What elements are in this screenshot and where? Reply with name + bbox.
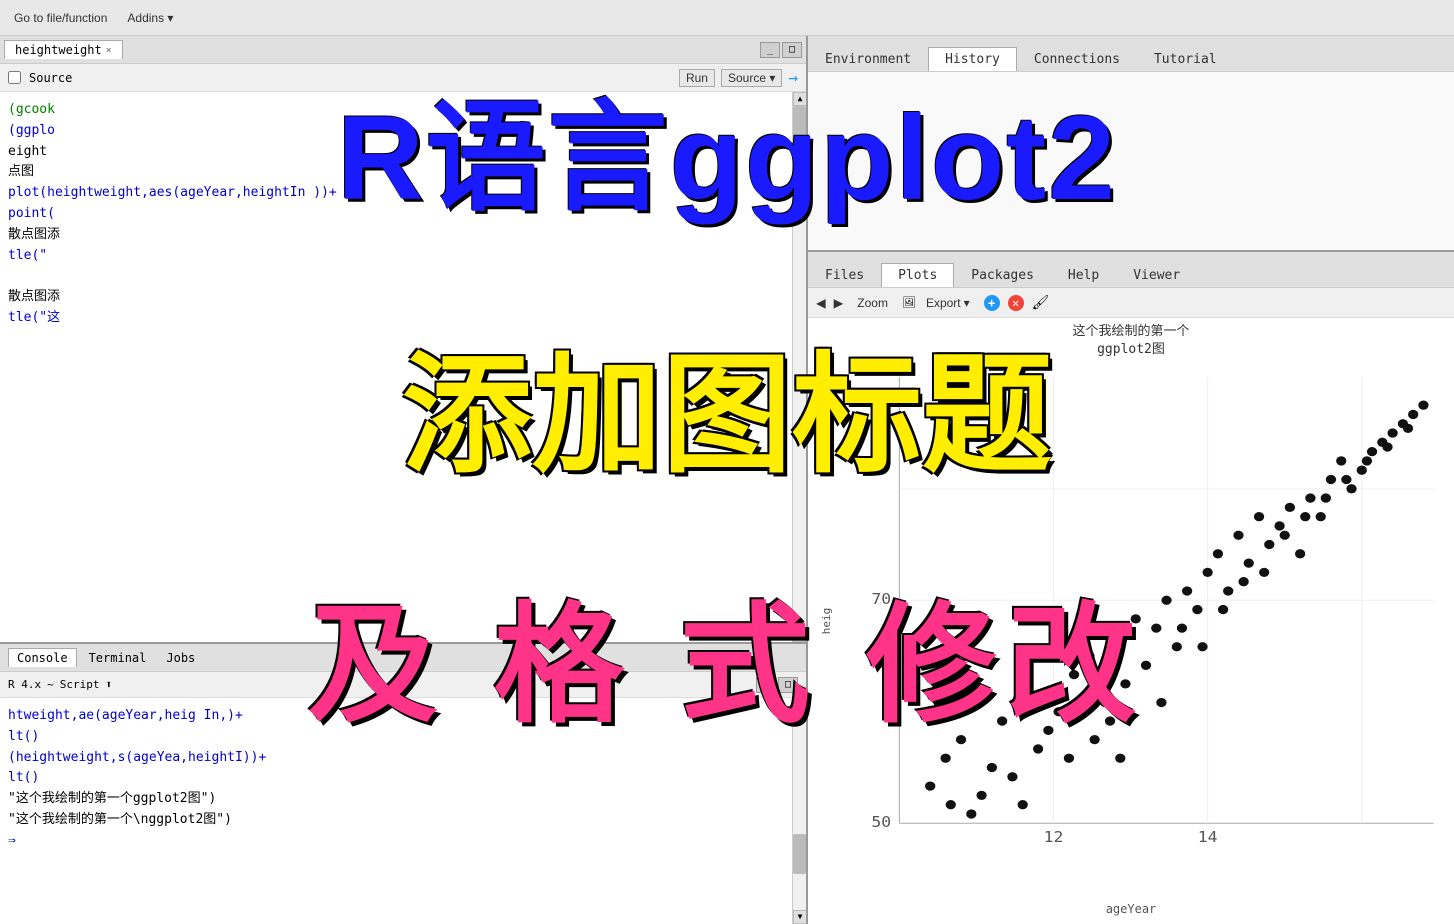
jobs-tab[interactable]: Jobs xyxy=(158,649,203,667)
minimize-btn[interactable]: _ xyxy=(760,42,780,58)
tab-viewer[interactable]: Viewer xyxy=(1116,263,1197,287)
console-code-line: lt() xyxy=(8,768,798,789)
maximize-btn[interactable]: □ xyxy=(782,42,802,58)
tab-packages[interactable]: Packages xyxy=(954,263,1051,287)
go-to-label: Go to file/function xyxy=(14,11,107,25)
svg-text:50: 50 xyxy=(871,813,891,831)
console-scroll-down[interactable]: ▼ xyxy=(793,910,806,924)
svg-text:14: 14 xyxy=(1198,828,1218,846)
scatter-plot-svg: 50 70 12 14 xyxy=(848,368,1444,879)
scroll-down-btn[interactable]: ▼ xyxy=(793,628,806,642)
editor-toolbar: Source Run Source ▾ → xyxy=(0,64,806,92)
code-line: plot(heightweight,aes(ageYear,heightIn )… xyxy=(8,183,798,204)
console-content[interactable]: htweight,ae(ageYear,heig In,)+ lt() (hei… xyxy=(0,698,806,924)
console-panel: Console Terminal Jobs R 4.x ~ Script ⬆ _… xyxy=(0,644,806,924)
code-line: (gcook xyxy=(8,100,798,121)
source-btn[interactable]: Source ▾ xyxy=(721,69,782,87)
script-label: Script xyxy=(60,678,100,691)
source-label: Source xyxy=(29,71,72,85)
zoom-btn[interactable]: Zoom xyxy=(851,294,894,312)
code-line: eight xyxy=(8,142,798,163)
go-to-file-btn[interactable]: Go to file/function xyxy=(8,9,113,27)
code-line: 点图 xyxy=(8,162,798,183)
x-axis-label: ageYear xyxy=(1106,902,1157,916)
code-line xyxy=(8,266,798,287)
tab-label: heightweight xyxy=(15,43,102,57)
console-scroll-thumb[interactable] xyxy=(793,834,806,874)
console-code-line: "这个我绘制的第一个ggplot2图") xyxy=(8,789,798,810)
source-checkbox[interactable] xyxy=(8,71,21,84)
svg-text:70: 70 xyxy=(871,590,891,608)
console-code-line: (heightweight,s(ageYea,heightI))+ xyxy=(8,748,798,769)
plot-prev-icon[interactable]: ◀ xyxy=(816,293,826,312)
code-line: tle(" xyxy=(8,246,798,267)
console-prompt: ⇒ xyxy=(8,831,798,852)
brush-icon[interactable]: 🖌 xyxy=(1032,295,1050,311)
code-line: 散点图添 xyxy=(8,225,798,246)
source-tab[interactable]: heightweight × xyxy=(4,40,123,59)
history-content xyxy=(808,72,1454,252)
export-btn[interactable]: Export ▾ xyxy=(920,294,976,312)
script-dropdown[interactable]: ⬆ xyxy=(106,678,113,691)
tab-tutorial[interactable]: Tutorial xyxy=(1137,47,1234,71)
plot-area: 这个我绘制的第一个 ggplot2图 heig 50 70 xyxy=(808,318,1454,924)
export-label: 🖼 xyxy=(902,296,916,309)
code-line: tle("这 xyxy=(8,308,798,329)
tab-connections[interactable]: Connections xyxy=(1017,47,1137,71)
right-panel: Environment History Connections Tutorial… xyxy=(808,36,1454,924)
code-line: point( xyxy=(8,204,798,225)
editor-scrollbar[interactable]: ▲ ▼ xyxy=(792,92,806,642)
add-plot-icon[interactable]: + xyxy=(984,295,1000,311)
editor-content[interactable]: (gcook (ggplo eight 点图 plot(heightweight… xyxy=(0,92,806,642)
code-line: 散点图添 xyxy=(8,287,798,308)
console-toolbar: R 4.x ~ Script ⬆ _ □ xyxy=(0,672,806,698)
working-dir-label: ~ xyxy=(47,678,54,691)
top-toolbar: Go to file/function Addins ▾ xyxy=(0,0,1454,36)
arrow-right-icon[interactable]: → xyxy=(788,68,798,87)
run-btn[interactable]: Run xyxy=(679,69,715,87)
tab-files[interactable]: Files xyxy=(808,263,881,287)
console-tab-bar: Console Terminal Jobs xyxy=(0,644,806,672)
scroll-thumb[interactable] xyxy=(793,106,806,146)
plot-next-icon[interactable]: ▶ xyxy=(834,293,844,312)
delete-plot-icon[interactable]: ✕ xyxy=(1008,295,1024,311)
console-scroll-up[interactable]: ▲ xyxy=(793,698,806,712)
console-maximize-btn[interactable]: □ xyxy=(778,677,798,693)
svg-text:12: 12 xyxy=(1044,828,1064,846)
tab-plots[interactable]: Plots xyxy=(881,263,954,287)
left-panel: heightweight × _ □ Source Run Source ▾ → xyxy=(0,36,808,924)
right-top-tabs: Environment History Connections Tutorial xyxy=(808,36,1454,72)
source-editor: heightweight × _ □ Source Run Source ▾ → xyxy=(0,36,806,644)
tab-history[interactable]: History xyxy=(928,47,1017,71)
y-axis-label: heig xyxy=(820,608,833,635)
console-code-line: "这个我绘制的第一个\nggplot2图") xyxy=(8,810,798,831)
close-tab-icon[interactable]: × xyxy=(106,45,112,56)
editor-tab-bar: heightweight × _ □ xyxy=(0,36,806,64)
plot-toolbar: ◀ ▶ Zoom 🖼 Export ▾ + ✕ 🖌 xyxy=(808,288,1454,318)
tab-environment[interactable]: Environment xyxy=(808,47,928,71)
console-scrollbar[interactable]: ▲ ▼ xyxy=(792,698,806,924)
console-tab[interactable]: Console xyxy=(8,648,77,667)
console-minimize-btn[interactable]: _ xyxy=(756,677,776,693)
addins-label: Addins xyxy=(127,11,164,25)
addins-btn[interactable]: Addins ▾ xyxy=(121,9,179,27)
right-bottom-tabs: Files Plots Packages Help Viewer xyxy=(808,252,1454,288)
console-code-line: htweight,ae(ageYear,heig In,)+ xyxy=(8,706,798,727)
plot-title: 这个我绘制的第一个 ggplot2图 xyxy=(1072,323,1189,359)
main-layout: heightweight × _ □ Source Run Source ▾ → xyxy=(0,36,1454,924)
terminal-tab[interactable]: Terminal xyxy=(81,649,155,667)
scroll-up-btn[interactable]: ▲ xyxy=(793,92,806,106)
r-version-label: R 4.x xyxy=(8,678,41,691)
code-line: (ggplo xyxy=(8,121,798,142)
tab-help[interactable]: Help xyxy=(1051,263,1116,287)
console-code-line: lt() xyxy=(8,727,798,748)
